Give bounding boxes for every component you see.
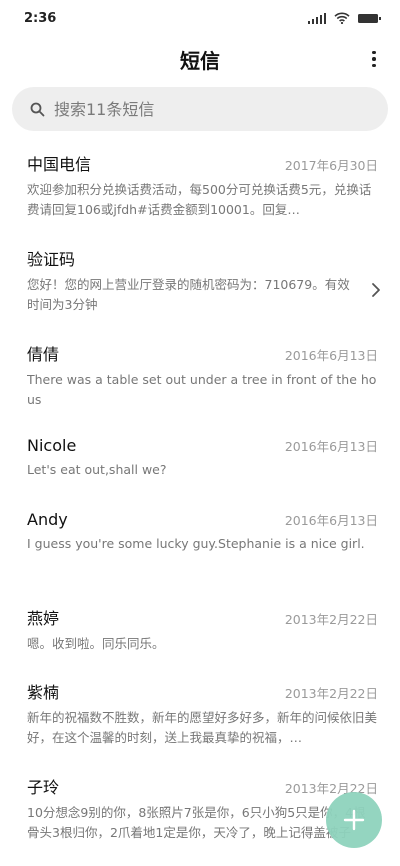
plus-icon (343, 809, 365, 831)
contact-name: Andy (27, 510, 68, 529)
conversation-item[interactable]: 紫楠 2013年2月22日 新年的祝福数不胜数，新年的愿望好多好多，新年的问候依… (0, 679, 400, 774)
message-list: 中国电信 2017年6月30日 欢迎参加积分兑换话费活动，每500分可兑换话费5… (0, 151, 400, 844)
contact-name: 燕婷 (27, 609, 60, 628)
battery-icon (358, 13, 381, 23)
message-preview: Let's eat out,shall we? (27, 462, 167, 477)
message-date: 2016年6月13日 (284, 439, 378, 454)
page-title: 短信 (180, 48, 220, 73)
status-icons (307, 12, 381, 24)
message-date: 2016年6月13日 (284, 348, 378, 363)
message-date: 2013年2月22日 (284, 612, 378, 627)
conversation-item[interactable]: Nicole 2016年6月13日 Let's eat out,shall we… (0, 436, 400, 510)
new-message-button[interactable] (326, 792, 382, 848)
status-time: 2:36 (24, 10, 57, 26)
message-preview: 新年的祝福数不胜数，新年的愿望好多好多，新年的问候依旧美好，在这个温馨的时刻，送… (27, 710, 378, 745)
conversation-item[interactable]: 燕婷 2013年2月22日 嗯。收到啦。同乐同乐。 (0, 605, 400, 679)
message-preview: 欢迎参加积分兑换话费活动，每500分可兑换话费5元，兑换话费请回复106或jfd… (27, 182, 372, 217)
message-date: 2013年2月22日 (284, 686, 378, 701)
header: 短信 (0, 36, 400, 82)
message-date: 2017年6月30日 (284, 158, 378, 173)
search-bar[interactable] (12, 87, 388, 131)
message-date: 2016年6月13日 (284, 513, 378, 528)
conversation-item[interactable]: 验证码 您好！您的网上营业厅登录的随机密码为：710679。有效时间为3分钟 (0, 246, 400, 341)
contact-name: 紫楠 (27, 683, 60, 702)
contact-name: Nicole (27, 436, 77, 455)
signal-icon (307, 12, 326, 24)
conversation-item[interactable]: 中国电信 2017年6月30日 欢迎参加积分兑换话费活动，每500分可兑换话费5… (0, 151, 400, 246)
message-preview: 您好！您的网上营业厅登录的随机密码为：710679。有效时间为3分钟 (27, 277, 350, 312)
search-icon (28, 100, 46, 118)
conversation-item[interactable]: 倩倩 2016年6月13日 There was a table set out … (0, 341, 400, 436)
search-input[interactable] (54, 99, 354, 119)
status-bar: 2:36 (0, 0, 400, 36)
contact-name: 子玲 (27, 778, 60, 797)
contact-name: 验证码 (27, 250, 76, 269)
message-preview: I guess you're some lucky guy.Stephanie … (27, 536, 365, 551)
contact-name: 中国电信 (27, 155, 92, 174)
message-preview: 嗯。收到啦。同乐同乐。 (27, 636, 165, 651)
more-options-icon[interactable] (362, 47, 386, 71)
wifi-icon (334, 12, 350, 24)
message-preview: There was a table set out under a tree i… (27, 372, 377, 407)
chevron-right-icon (372, 283, 380, 297)
conversation-item[interactable]: Andy 2016年6月13日 I guess you're some luck… (0, 510, 400, 605)
contact-name: 倩倩 (27, 345, 60, 364)
